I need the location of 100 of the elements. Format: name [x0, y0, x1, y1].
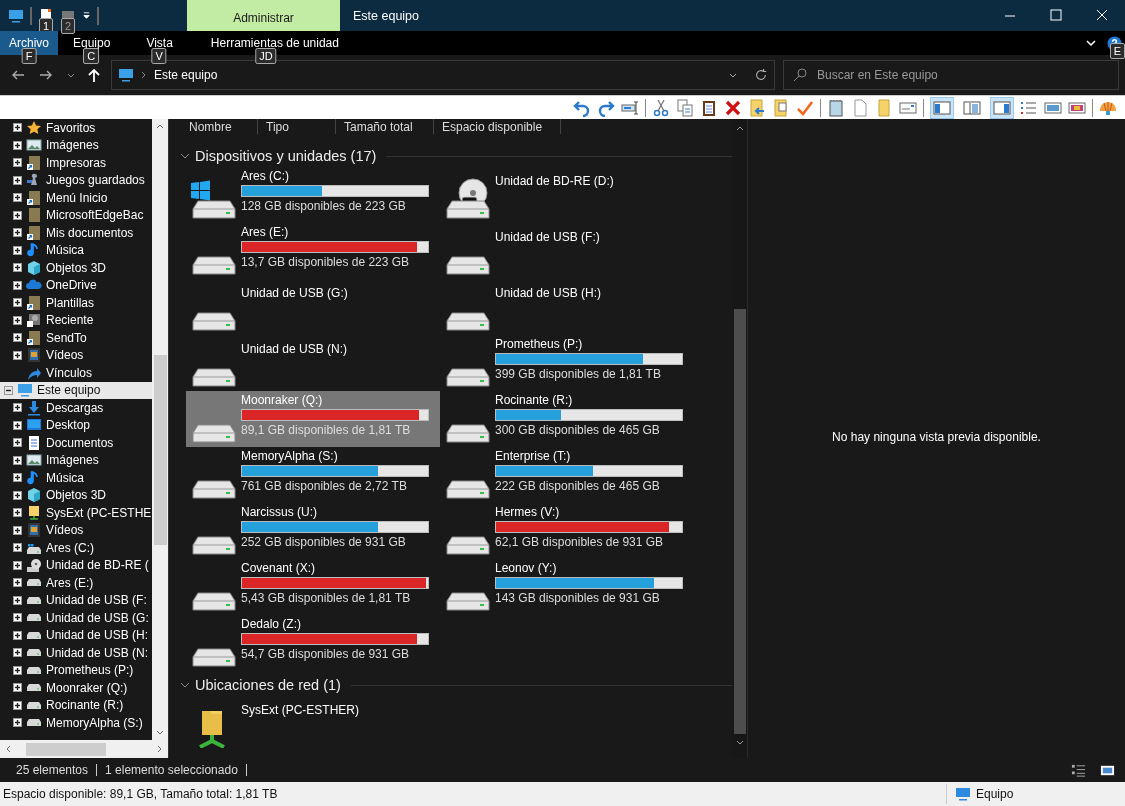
expand-icon[interactable]	[13, 718, 22, 728]
tree-item[interactable]: Favoritos	[0, 119, 152, 137]
expand-icon[interactable]	[13, 595, 22, 605]
tree-item[interactable]: Música	[0, 469, 152, 487]
column-header[interactable]: Tamaño total	[336, 119, 434, 134]
tree-item[interactable]: Descargas	[0, 399, 152, 417]
drive-tile[interactable]: Unidad de BD-RE (D:)	[440, 167, 694, 223]
expand-icon[interactable]	[13, 648, 22, 658]
expand-icon[interactable]	[13, 455, 22, 465]
expand-icon[interactable]	[13, 175, 22, 185]
expand-icon[interactable]	[13, 158, 22, 168]
tree-item[interactable]: Unidad de USB (H:	[0, 626, 152, 644]
tree-item[interactable]: Unidad de BD-RE (	[0, 556, 152, 574]
tree-item[interactable]: Unidad de USB (G:	[0, 609, 152, 627]
drive-tile[interactable]: Leonov (Y:) 143 GB disponibles de 931 GB	[440, 559, 694, 615]
expand-icon[interactable]	[13, 245, 22, 255]
expand-icon[interactable]	[13, 560, 22, 570]
expand-icon[interactable]	[13, 280, 22, 290]
tree-item[interactable]: Juegos guardados	[0, 171, 152, 189]
drive-tile[interactable]: Unidad de USB (N:)	[186, 335, 440, 391]
expand-icon[interactable]	[13, 403, 22, 413]
search-field[interactable]: Buscar en Este equipo	[783, 60, 1119, 90]
expand-icon[interactable]	[13, 613, 22, 623]
expand-icon[interactable]	[13, 490, 22, 500]
move-to-folder-icon[interactable]	[748, 98, 766, 117]
tree-item[interactable]: Música	[0, 241, 152, 259]
tree-item[interactable]: Moonraker (Q:)	[0, 679, 152, 697]
drive-tile[interactable]: Narcissus (U:) 252 GB disponibles de 931 GB	[186, 503, 440, 559]
undo-icon[interactable]	[573, 98, 591, 117]
drive-tile[interactable]: Enterprise (T:) 222 GB disponibles de 465 GB	[440, 447, 694, 503]
drive-tile[interactable]: Ares (E:) 13,7 GB disponibles de 223 GB	[186, 223, 440, 279]
drive-tile[interactable]: Prometheus (P:) 399 GB disponibles de 1,81 TB	[440, 335, 694, 391]
tree-item[interactable]: Vínculos	[0, 364, 152, 382]
redo-icon[interactable]	[597, 98, 615, 117]
drive-tile[interactable]: MemoryAlpha (S:) 761 GB disponibles de 2,72 TB	[186, 447, 440, 503]
tree-item[interactable]: Vídeos	[0, 346, 152, 364]
pane-button[interactable]	[990, 96, 1014, 119]
expand-icon[interactable]	[13, 228, 22, 238]
tree-item[interactable]: Ares (C:)	[0, 539, 152, 557]
refresh-icon[interactable]	[754, 68, 768, 82]
copy-icon[interactable]	[676, 98, 694, 117]
drive-tile[interactable]: Covenant (X:) 5,43 GB disponibles de 1,81 TB	[186, 559, 440, 615]
expand-icon[interactable]	[13, 700, 22, 710]
tree-item[interactable]: Unidad de USB (F:	[0, 591, 152, 609]
scrollbar-thumb[interactable]	[153, 355, 167, 545]
tree-item[interactable]: MicrosoftEdgeBac	[0, 206, 152, 224]
tree-item[interactable]: Objetos 3D	[0, 486, 152, 504]
customize-dropdown-icon[interactable]	[82, 11, 91, 20]
expand-icon[interactable]	[13, 473, 22, 483]
tree-item[interactable]: MemoryAlpha (S:)	[0, 714, 152, 732]
scrollbar-thumb[interactable]	[733, 309, 746, 734]
drive-tile[interactable]: Dedalo (Z:) 54,7 GB disponibles de 931 GB	[186, 615, 440, 671]
drive-tile[interactable]: Hermes (V:) 62,1 GB disponibles de 931 GB	[440, 503, 694, 559]
drive-tile[interactable]: Moonraker (Q:) 89,1 GB disponibles de 1,81 TB	[186, 391, 440, 447]
tree-item[interactable]: Desktop	[0, 416, 152, 434]
tree-item[interactable]: Vídeos	[0, 521, 152, 539]
tree-item[interactable]: Este equipo	[0, 381, 152, 399]
tree-item[interactable]: Menú Inicio	[0, 189, 152, 207]
chevron-icon[interactable]	[1085, 37, 1097, 49]
tree-item[interactable]: Reciente	[0, 311, 152, 329]
computer-icon[interactable]	[8, 7, 24, 24]
tree-item[interactable]: Prometheus (P:)	[0, 661, 152, 679]
column-header[interactable]: Nombre	[177, 119, 258, 134]
expand-icon[interactable]	[13, 508, 22, 518]
expand-icon[interactable]	[13, 263, 22, 273]
tree-item[interactable]: Documentos	[0, 434, 152, 452]
drive-tile[interactable]: Ares (C:) 128 GB disponibles de 223 GB	[186, 167, 440, 223]
collapse-icon[interactable]	[4, 385, 13, 395]
tree-item[interactable]: Rocinante (R:)	[0, 696, 152, 714]
notepad-icon[interactable]	[827, 98, 845, 117]
expand-icon[interactable]	[13, 438, 22, 448]
expand-icon[interactable]	[13, 525, 22, 535]
tree-item[interactable]: Objetos 3D	[0, 259, 152, 277]
drive-tile[interactable]: Rocinante (R:) 300 GB disponibles de 465 GB	[440, 391, 694, 447]
drive-tile[interactable]: Unidad de USB (H:)	[440, 279, 694, 335]
drive-tile[interactable]: Unidad de USB (G:)	[186, 279, 440, 335]
rename-icon[interactable]	[621, 98, 639, 117]
expand-icon[interactable]	[13, 315, 22, 325]
expand-icon[interactable]	[13, 683, 22, 693]
expand-icon[interactable]	[13, 350, 22, 360]
expand-icon[interactable]	[13, 420, 22, 430]
tree-item[interactable]: Impresoras	[0, 154, 152, 172]
tree-item[interactable]: Imágenes	[0, 451, 152, 469]
tree-item[interactable]: SysExt (PC-ESTHE	[0, 504, 152, 522]
expand-icon[interactable]	[13, 193, 22, 203]
pane-button[interactable]	[930, 96, 954, 119]
scrollbar[interactable]	[152, 119, 168, 740]
column-header[interactable]: Tipo	[258, 119, 336, 134]
scrollbar-thumb[interactable]	[26, 742, 106, 756]
expand-icon[interactable]	[13, 140, 22, 150]
tree-item[interactable]: SendTo	[0, 329, 152, 347]
expand-icon[interactable]	[13, 333, 22, 343]
expand-icon[interactable]	[13, 210, 22, 220]
address-bar[interactable]: Este equipo	[111, 60, 775, 90]
paste-icon[interactable]	[700, 98, 718, 117]
tree-item[interactable]: Mis documentos	[0, 224, 152, 242]
scrollbar[interactable]	[0, 740, 168, 758]
tree-item[interactable]: Unidad de USB (N:	[0, 644, 152, 662]
expand-icon[interactable]	[13, 630, 22, 640]
tree-item[interactable]: Ares (E:)	[0, 574, 152, 592]
